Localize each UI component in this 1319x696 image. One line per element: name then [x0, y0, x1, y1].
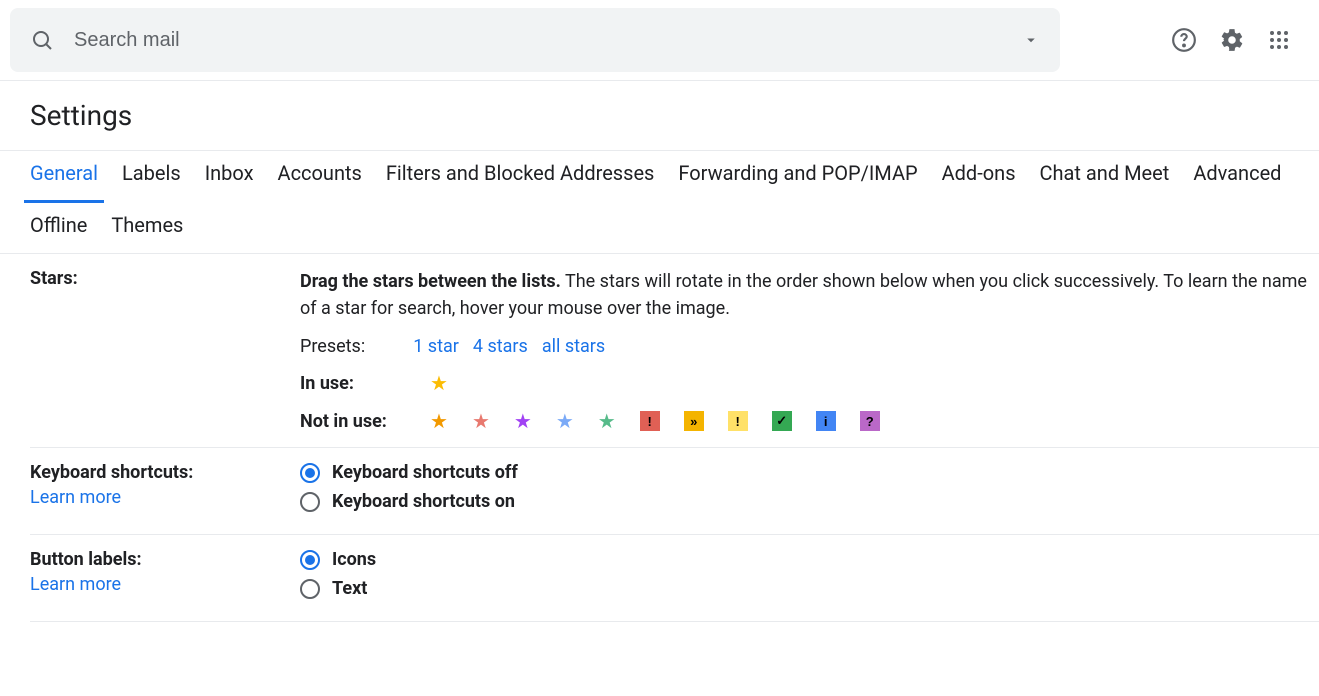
keyboard-option-1[interactable]: Keyboard shortcuts on: [300, 491, 1319, 512]
button-labels-label: Button labels:: [30, 549, 142, 570]
button-labels-option-1[interactable]: Text: [300, 578, 1319, 599]
tab-offline[interactable]: Offline: [30, 211, 87, 239]
help-icon[interactable]: [1171, 27, 1197, 53]
radio-icon: [300, 463, 320, 483]
page-title: Settings: [0, 81, 1319, 150]
tab-general[interactable]: General: [30, 159, 98, 187]
radio-label: Text: [332, 578, 367, 599]
preset-all-stars[interactable]: all stars: [542, 336, 605, 357]
tab-forwarding-and-pop-imap[interactable]: Forwarding and POP/IMAP: [678, 159, 917, 187]
marker-✓[interactable]: ✓: [772, 411, 792, 431]
preset-links: 1 star 4 stars all stars: [413, 336, 605, 357]
tab-themes[interactable]: Themes: [111, 211, 183, 239]
radio-icon: [300, 550, 320, 570]
not-in-use-label: Not in use:: [300, 411, 430, 432]
star-icon[interactable]: ★: [430, 409, 448, 433]
topbar-actions: [1171, 27, 1291, 53]
tab-labels[interactable]: Labels: [122, 159, 181, 187]
star-icon[interactable]: ★: [556, 409, 574, 433]
star-icon[interactable]: ★: [514, 409, 532, 433]
section-stars: Stars: Drag the stars between the lists.…: [30, 254, 1319, 448]
keyboard-learn-more-link[interactable]: Learn more: [30, 487, 300, 508]
button-labels-learn-more-link[interactable]: Learn more: [30, 574, 300, 595]
star-icon[interactable]: ★: [430, 371, 448, 395]
tab-accounts[interactable]: Accounts: [278, 159, 362, 187]
keyboard-option-0[interactable]: Keyboard shortcuts off: [300, 462, 1319, 483]
section-keyboard-shortcuts: Keyboard shortcuts: Learn more Keyboard …: [30, 448, 1319, 535]
presets-label: Presets:: [300, 336, 365, 357]
not-in-use-stars: ★ ★ ★ ★ ★! »! ✓ i?: [430, 409, 880, 433]
radio-label: Keyboard shortcuts off: [332, 462, 518, 483]
search-options-caret[interactable]: [1022, 31, 1040, 49]
section-button-labels: Button labels: Learn more Icons Text: [30, 535, 1319, 622]
search-icon: [30, 28, 54, 52]
marker-![interactable]: !: [728, 411, 748, 431]
button-labels-option-0[interactable]: Icons: [300, 549, 1319, 570]
search-box[interactable]: [10, 8, 1060, 72]
marker-![interactable]: !: [640, 411, 660, 431]
marker-?[interactable]: ?: [860, 411, 880, 431]
apps-grid-icon[interactable]: [1267, 28, 1291, 52]
tab-advanced[interactable]: Advanced: [1193, 159, 1281, 187]
preset-1-star[interactable]: 1 star: [413, 336, 459, 357]
marker-i[interactable]: i: [816, 411, 836, 431]
in-use-stars: ★: [430, 371, 448, 395]
preset-4-stars[interactable]: 4 stars: [473, 336, 528, 357]
stars-label: Stars:: [30, 268, 78, 289]
search-input[interactable]: [74, 29, 1022, 52]
radio-icon: [300, 579, 320, 599]
radio-icon: [300, 492, 320, 512]
topbar: [0, 0, 1319, 80]
star-icon[interactable]: ★: [598, 409, 616, 433]
tab-inbox[interactable]: Inbox: [205, 159, 254, 187]
tab-filters-and-blocked-addresses[interactable]: Filters and Blocked Addresses: [386, 159, 655, 187]
tab-add-ons[interactable]: Add-ons: [942, 159, 1016, 187]
star-icon[interactable]: ★: [472, 409, 490, 433]
radio-label: Keyboard shortcuts on: [332, 491, 515, 512]
radio-label: Icons: [332, 549, 376, 570]
settings-tabs: General Labels Inbox Accounts Filters and Bl…: [0, 151, 1319, 254]
keyboard-label: Keyboard shortcuts:: [30, 462, 193, 483]
stars-description: Drag the stars between the lists. The st…: [300, 268, 1319, 322]
in-use-label: In use:: [300, 373, 430, 394]
marker-»[interactable]: »: [684, 411, 704, 431]
tab-chat-and-meet[interactable]: Chat and Meet: [1040, 159, 1170, 187]
gear-icon[interactable]: [1219, 27, 1245, 53]
